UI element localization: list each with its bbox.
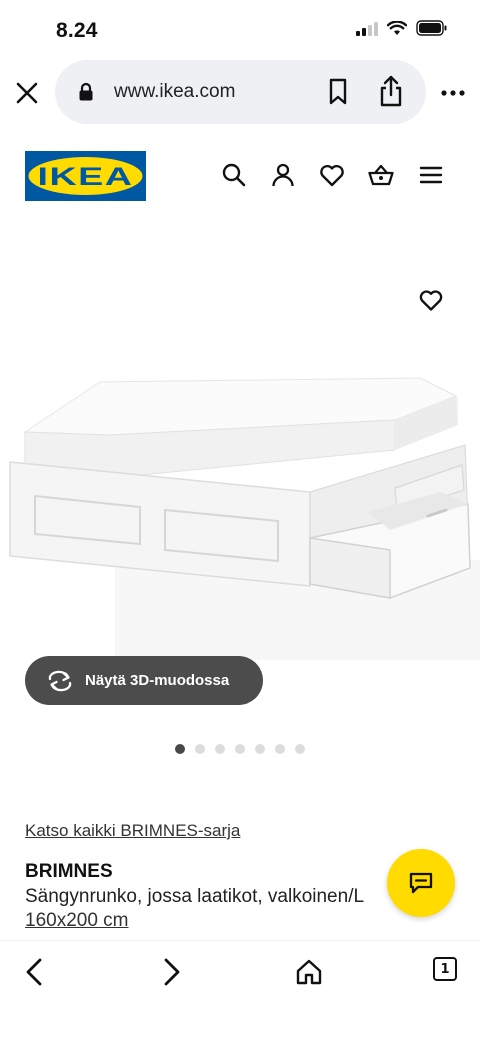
browser-bar: www.ikea.com: [0, 60, 480, 124]
tabs-button[interactable]: 1: [433, 957, 457, 981]
home-icon[interactable]: [294, 957, 324, 987]
url-text: www.ikea.com: [114, 81, 236, 102]
carousel-dot[interactable]: [235, 744, 245, 754]
series-link[interactable]: Katso kaikki BRIMNES-sarja: [25, 821, 240, 841]
battery-icon: [416, 20, 447, 36]
profile-icon[interactable]: [269, 161, 297, 189]
carousel-dot[interactable]: [255, 744, 265, 754]
image-carousel-dots: [175, 744, 305, 754]
chat-icon: [409, 872, 433, 894]
carousel-dot[interactable]: [175, 744, 185, 754]
product-name: BRIMNES: [25, 861, 113, 882]
wifi-icon: [387, 20, 407, 35]
search-icon[interactable]: [220, 161, 248, 189]
lock-icon: [79, 82, 93, 101]
view-3d-label: Näytä 3D-muodossa: [85, 672, 230, 689]
status-time: 8.24: [56, 19, 98, 42]
carousel-dot[interactable]: [195, 744, 205, 754]
status-icons: [356, 20, 448, 36]
share-icon[interactable]: [377, 74, 405, 108]
favourites-icon[interactable]: [318, 161, 346, 189]
carousel-dot[interactable]: [295, 744, 305, 754]
forward-icon[interactable]: [156, 957, 186, 987]
close-icon[interactable]: [12, 78, 42, 108]
menu-icon[interactable]: [417, 161, 445, 189]
header-icons: [0, 161, 480, 191]
carousel-dot[interactable]: [275, 744, 285, 754]
more-options-icon[interactable]: [440, 80, 466, 106]
chat-button[interactable]: [387, 849, 455, 917]
status-bar: 8.24: [0, 0, 480, 58]
address-bar[interactable]: www.ikea.com: [55, 60, 426, 124]
bookmark-icon[interactable]: [325, 78, 351, 106]
view-3d-button[interactable]: Näytä 3D-muodossa: [25, 656, 263, 705]
product-size-link[interactable]: 160x200 cm: [25, 910, 129, 932]
product-description: Sängynrunko, jossa laatikot, valkoinen/L: [25, 886, 365, 907]
carousel-dot[interactable]: [215, 744, 225, 754]
cellular-signal-icon: [356, 21, 378, 36]
browser-toolbar: [0, 940, 480, 1039]
add-to-favourites-icon[interactable]: [418, 287, 444, 313]
rotate-3d-icon: [48, 670, 72, 691]
shopping-basket-icon[interactable]: [367, 161, 395, 189]
back-icon[interactable]: [20, 957, 50, 987]
product-image[interactable]: [0, 220, 480, 660]
